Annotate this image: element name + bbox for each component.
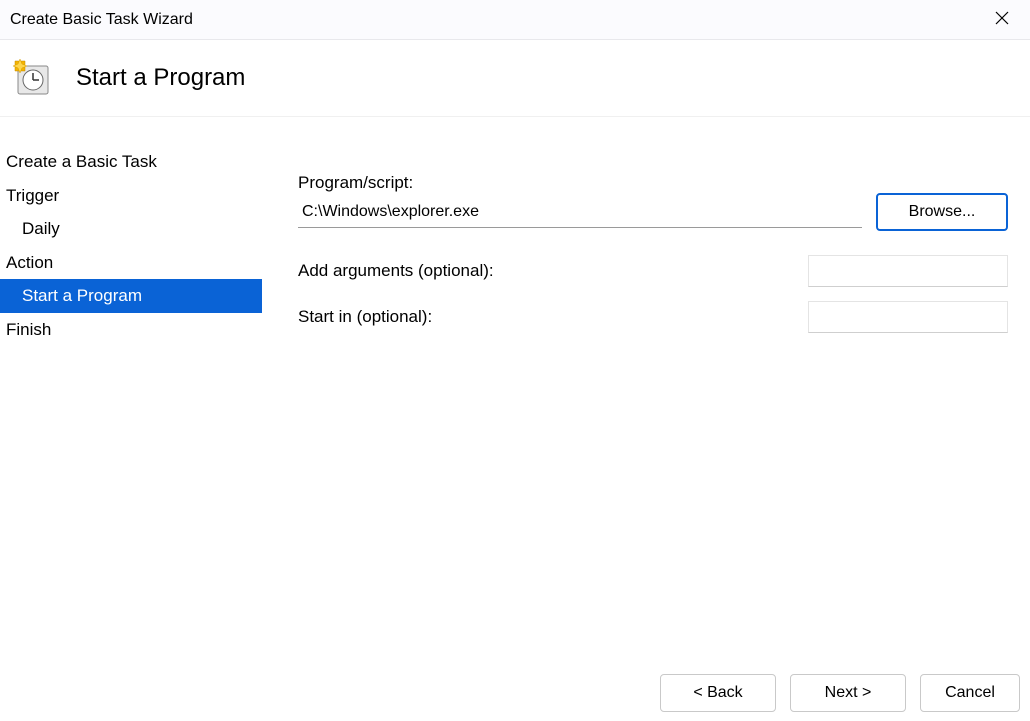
wizard-steps-sidebar: Create a Basic Task Trigger Daily Action… (0, 117, 262, 664)
close-icon (995, 11, 1009, 29)
cancel-button[interactable]: Cancel (920, 674, 1020, 712)
next-button[interactable]: Next > (790, 674, 906, 712)
program-script-input[interactable] (298, 197, 862, 228)
window-title: Create Basic Task Wizard (10, 11, 193, 29)
arguments-label: Add arguments (optional): (298, 261, 494, 281)
startin-row: Start in (optional): (298, 301, 1008, 333)
content-area: Create a Basic Task Trigger Daily Action… (0, 117, 1030, 664)
startin-input[interactable] (808, 301, 1008, 333)
wizard-header: Start a Program (0, 40, 1030, 117)
step-start-a-program[interactable]: Start a Program (0, 279, 262, 313)
step-trigger[interactable]: Trigger (0, 179, 262, 213)
clock-icon (12, 58, 52, 98)
form-area: Program/script: Browse... Add arguments … (262, 117, 1030, 664)
step-action[interactable]: Action (0, 246, 262, 280)
program-script-label: Program/script: (298, 173, 1008, 193)
arguments-row: Add arguments (optional): (298, 255, 1008, 287)
step-finish[interactable]: Finish (0, 313, 262, 347)
arguments-input[interactable] (808, 255, 1008, 287)
program-input-row: Browse... (298, 193, 1008, 231)
titlebar: Create Basic Task Wizard (0, 0, 1030, 40)
browse-button[interactable]: Browse... (876, 193, 1008, 231)
startin-label: Start in (optional): (298, 307, 432, 327)
wizard-footer: < Back Next > Cancel (0, 665, 1030, 721)
step-trigger-daily[interactable]: Daily (0, 212, 262, 246)
step-create-basic-task[interactable]: Create a Basic Task (0, 145, 262, 179)
page-heading: Start a Program (76, 64, 245, 92)
close-button[interactable] (982, 0, 1022, 40)
back-button[interactable]: < Back (660, 674, 776, 712)
